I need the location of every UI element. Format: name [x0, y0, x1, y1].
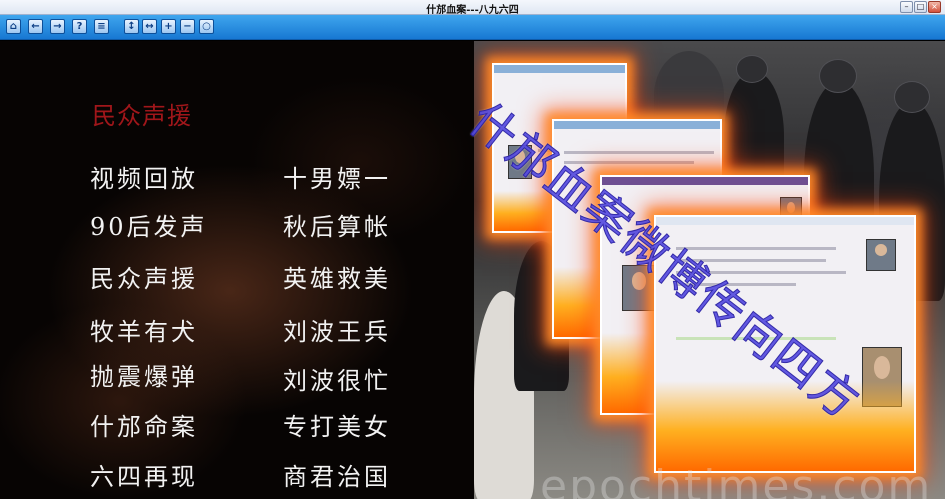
- menu-item-public-support[interactable]: 民众声援: [90, 259, 198, 294]
- menu-item-video-replay[interactable]: 视频回放: [90, 159, 198, 194]
- fit-width-icon[interactable]: ↔: [142, 19, 157, 34]
- menu-item-beat-women[interactable]: 专打美女: [283, 407, 391, 442]
- helmet: [736, 55, 768, 83]
- zoom-in-icon[interactable]: +: [161, 19, 176, 34]
- helmet: [894, 81, 930, 113]
- menu-item-shifang-case[interactable]: 什邡命案: [90, 407, 198, 442]
- menu-item-stun-grenades[interactable]: 抛震爆弹: [90, 357, 198, 392]
- section-title: 民众声援: [92, 102, 192, 130]
- back-icon[interactable]: ←: [28, 19, 43, 34]
- menu-item-shepherd-dog[interactable]: 牧羊有犬: [90, 312, 198, 347]
- helmet: [819, 59, 857, 93]
- watermark-text: epochtimes.com: [540, 461, 933, 499]
- home-icon[interactable]: ⌂: [6, 19, 21, 34]
- menu-item-liu-bo-wang-bing[interactable]: 刘波王兵: [283, 312, 391, 347]
- menu-item-settle-accounts[interactable]: 秋后算帐: [283, 207, 391, 242]
- window-controls: – □ ×: [900, 1, 941, 13]
- menu-item-post90-voices[interactable]: 90后发声: [90, 207, 208, 242]
- title-bar: 什邡血案---八九六四 – □ ×: [0, 0, 945, 16]
- menu-panel: 民众声援 视频回放 90后发声 民众声援 牧羊有犬 抛震爆弹 什邡命案 六四再现…: [0, 41, 474, 499]
- contents-icon[interactable]: ≡: [94, 19, 109, 34]
- toolbar: ⌂ ← → ? ≡ ↕ ↔ + − ○: [0, 15, 945, 40]
- page-content: 民众声援 视频回放 90后发声 民众声援 牧羊有犬 抛震爆弹 什邡命案 六四再现…: [0, 41, 945, 499]
- help-icon[interactable]: ?: [72, 19, 87, 34]
- menu-item-ten-men[interactable]: 十男嫖一: [283, 159, 391, 194]
- forward-icon[interactable]: →: [50, 19, 65, 34]
- fit-height-icon[interactable]: ↕: [124, 19, 139, 34]
- minimize-button[interactable]: –: [900, 1, 913, 13]
- restore-button[interactable]: □: [914, 1, 927, 13]
- fire-effect: [656, 381, 914, 471]
- menu-item-hero-rescue[interactable]: 英雄救美: [283, 259, 391, 294]
- zoom-reset-icon[interactable]: ○: [199, 19, 214, 34]
- window-title: 什邡血案---八九六四: [426, 5, 519, 16]
- menu-item-liu-bo-busy[interactable]: 刘波很忙: [283, 361, 391, 396]
- portrait-image: [866, 239, 896, 271]
- zoom-out-icon[interactable]: −: [180, 19, 195, 34]
- menu-item-june-fourth[interactable]: 六四再现: [90, 457, 198, 492]
- menu-item-shang-jun[interactable]: 商君治国: [283, 457, 391, 492]
- close-button[interactable]: ×: [928, 1, 941, 13]
